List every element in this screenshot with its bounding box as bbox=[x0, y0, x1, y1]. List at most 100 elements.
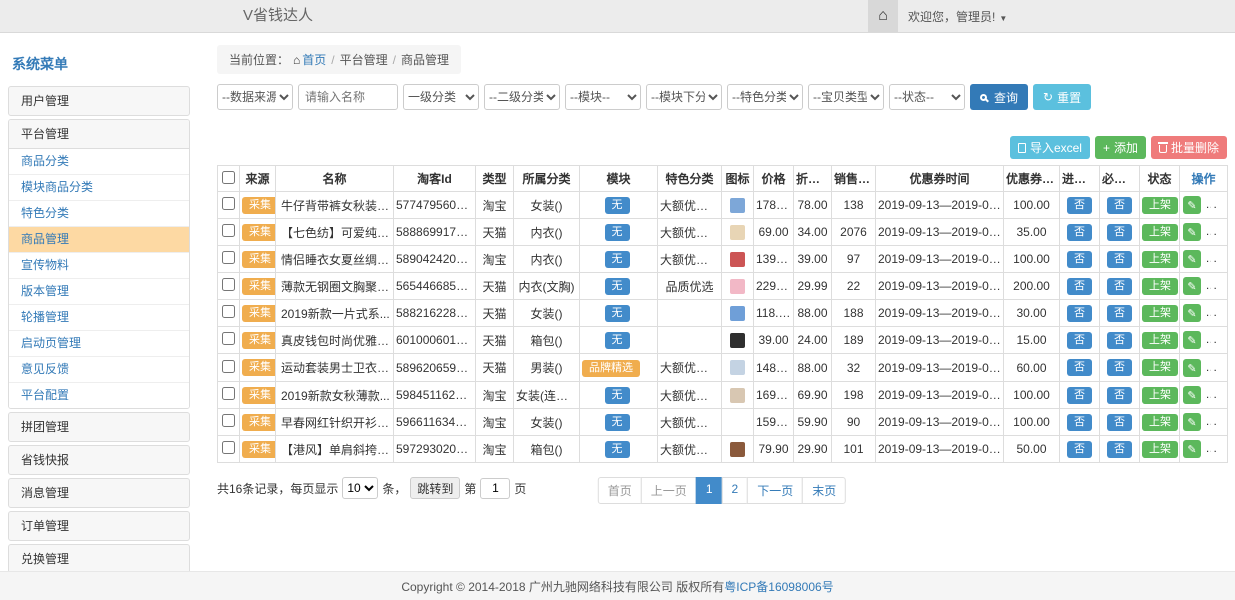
navbar-home-button[interactable]: ⌂ bbox=[868, 0, 898, 32]
page-number-input[interactable] bbox=[480, 478, 510, 499]
status-toggle[interactable]: 上架 bbox=[1142, 414, 1178, 431]
row-checkbox[interactable] bbox=[222, 305, 235, 318]
delete-button[interactable] bbox=[1206, 331, 1224, 349]
status-toggle[interactable]: 上架 bbox=[1142, 359, 1178, 376]
import-select-toggle[interactable]: 否 bbox=[1067, 387, 1092, 404]
sidebar-item-version-management[interactable]: 版本管理 bbox=[9, 279, 189, 305]
row-checkbox[interactable] bbox=[222, 332, 235, 345]
delete-button[interactable] bbox=[1206, 277, 1224, 295]
row-checkbox[interactable] bbox=[222, 251, 235, 264]
sidebar-item-order-management[interactable]: 订单管理 bbox=[8, 511, 190, 541]
filter-module-sub-select[interactable]: --模块下分类-- bbox=[646, 84, 722, 110]
page-prev[interactable]: 上一页 bbox=[641, 477, 697, 504]
sidebar-item-promo-materials[interactable]: 宣传物料 bbox=[9, 253, 189, 279]
sidebar-item-module-goods-category[interactable]: 模块商品分类 bbox=[9, 175, 189, 201]
page-size-select[interactable]: 10 bbox=[342, 477, 378, 499]
import-select-toggle[interactable]: 否 bbox=[1067, 305, 1092, 322]
reset-button[interactable]: ↻重置 bbox=[1033, 84, 1091, 110]
status-toggle[interactable]: 上架 bbox=[1142, 197, 1178, 214]
sidebar-item-featured-category[interactable]: 特色分类 bbox=[9, 201, 189, 227]
jump-button[interactable]: 跳转到 bbox=[410, 477, 460, 499]
sidebar-item-user-management[interactable]: 用户管理 bbox=[8, 86, 190, 116]
edit-button[interactable] bbox=[1183, 413, 1201, 431]
page-1[interactable]: 1 bbox=[696, 477, 723, 504]
sidebar-item-group-buy-management[interactable]: 拼团管理 bbox=[8, 412, 190, 442]
edit-button[interactable] bbox=[1183, 223, 1201, 241]
sidebar-item-splash-management[interactable]: 启动页管理 bbox=[9, 331, 189, 357]
edit-button[interactable] bbox=[1183, 331, 1201, 349]
status-toggle[interactable]: 上架 bbox=[1142, 387, 1178, 404]
sidebar-item-goods-category[interactable]: 商品分类 bbox=[9, 149, 189, 175]
sidebar-item-feedback[interactable]: 意见反馈 bbox=[9, 357, 189, 383]
status-toggle[interactable]: 上架 bbox=[1142, 305, 1178, 322]
filter-status-select[interactable]: --状态-- bbox=[889, 84, 965, 110]
must-buy-toggle[interactable]: 否 bbox=[1107, 278, 1132, 295]
page-first[interactable]: 首页 bbox=[598, 477, 642, 504]
import-select-toggle[interactable]: 否 bbox=[1067, 441, 1092, 458]
filter-level2-select[interactable]: --二级分类-- bbox=[484, 84, 560, 110]
row-checkbox[interactable] bbox=[222, 278, 235, 291]
status-toggle[interactable]: 上架 bbox=[1142, 251, 1178, 268]
import-select-toggle[interactable]: 否 bbox=[1067, 197, 1092, 214]
page-last[interactable]: 末页 bbox=[802, 477, 846, 504]
status-toggle[interactable]: 上架 bbox=[1142, 224, 1178, 241]
import-select-toggle[interactable]: 否 bbox=[1067, 332, 1092, 349]
delete-button[interactable] bbox=[1206, 359, 1224, 377]
delete-button[interactable] bbox=[1206, 304, 1224, 322]
filter-level1-select[interactable]: 一级分类 bbox=[403, 84, 479, 110]
import-excel-button[interactable]: 导入excel bbox=[1010, 136, 1090, 159]
page-next[interactable]: 下一页 bbox=[747, 477, 803, 504]
row-checkbox[interactable] bbox=[222, 387, 235, 400]
breadcrumb-home-link[interactable]: 首页 bbox=[302, 51, 326, 68]
sidebar-item-message-management[interactable]: 消息管理 bbox=[8, 478, 190, 508]
sidebar-item-exchange-management[interactable]: 兑换管理 bbox=[8, 544, 190, 574]
search-button[interactable]: 查询 bbox=[970, 84, 1028, 110]
delete-button[interactable] bbox=[1206, 386, 1224, 404]
edit-button[interactable] bbox=[1183, 359, 1201, 377]
must-buy-toggle[interactable]: 否 bbox=[1107, 414, 1132, 431]
filter-module-select[interactable]: --模块-- bbox=[565, 84, 641, 110]
sidebar-item-saving-express[interactable]: 省钱快报 bbox=[8, 445, 190, 475]
import-select-toggle[interactable]: 否 bbox=[1067, 278, 1092, 295]
sidebar-item-goods-management[interactable]: 商品管理 bbox=[9, 227, 189, 253]
delete-button[interactable] bbox=[1206, 196, 1224, 214]
must-buy-toggle[interactable]: 否 bbox=[1107, 387, 1132, 404]
edit-button[interactable] bbox=[1183, 304, 1201, 322]
sidebar-item-platform-management[interactable]: 平台管理 bbox=[9, 120, 189, 149]
status-toggle[interactable]: 上架 bbox=[1142, 278, 1178, 295]
edit-button[interactable] bbox=[1183, 277, 1201, 295]
status-toggle[interactable]: 上架 bbox=[1142, 332, 1178, 349]
filter-featured-select[interactable]: --特色分类-- bbox=[727, 84, 803, 110]
delete-button[interactable] bbox=[1206, 413, 1224, 431]
import-select-toggle[interactable]: 否 bbox=[1067, 224, 1092, 241]
sidebar-item-platform-config[interactable]: 平台配置 bbox=[9, 383, 189, 408]
must-buy-toggle[interactable]: 否 bbox=[1107, 224, 1132, 241]
must-buy-toggle[interactable]: 否 bbox=[1107, 251, 1132, 268]
filter-item-type-select[interactable]: --宝贝类型-- bbox=[808, 84, 884, 110]
row-checkbox[interactable] bbox=[222, 441, 235, 454]
row-checkbox[interactable] bbox=[222, 224, 235, 237]
filter-name-input[interactable] bbox=[298, 84, 398, 110]
filter-source-select[interactable]: --数据来源-- bbox=[217, 84, 293, 110]
sidebar-item-carousel-management[interactable]: 轮播管理 bbox=[9, 305, 189, 331]
edit-button[interactable] bbox=[1183, 386, 1201, 404]
status-toggle[interactable]: 上架 bbox=[1142, 441, 1178, 458]
delete-button[interactable] bbox=[1206, 223, 1224, 241]
user-menu[interactable]: 欢迎您，管理员!▼ bbox=[898, 8, 1017, 25]
batch-delete-button[interactable]: 批量删除 bbox=[1151, 136, 1227, 159]
import-select-toggle[interactable]: 否 bbox=[1067, 251, 1092, 268]
row-checkbox[interactable] bbox=[222, 197, 235, 210]
page-2[interactable]: 2 bbox=[722, 477, 749, 504]
edit-button[interactable] bbox=[1183, 440, 1201, 458]
row-checkbox[interactable] bbox=[222, 360, 235, 373]
icp-link[interactable]: 粤ICP备16098006号 bbox=[724, 578, 833, 595]
row-checkbox[interactable] bbox=[222, 414, 235, 427]
delete-button[interactable] bbox=[1206, 250, 1224, 268]
import-select-toggle[interactable]: 否 bbox=[1067, 359, 1092, 376]
must-buy-toggle[interactable]: 否 bbox=[1107, 332, 1132, 349]
edit-button[interactable] bbox=[1183, 196, 1201, 214]
edit-button[interactable] bbox=[1183, 250, 1201, 268]
delete-button[interactable] bbox=[1206, 440, 1224, 458]
must-buy-toggle[interactable]: 否 bbox=[1107, 197, 1132, 214]
must-buy-toggle[interactable]: 否 bbox=[1107, 305, 1132, 322]
